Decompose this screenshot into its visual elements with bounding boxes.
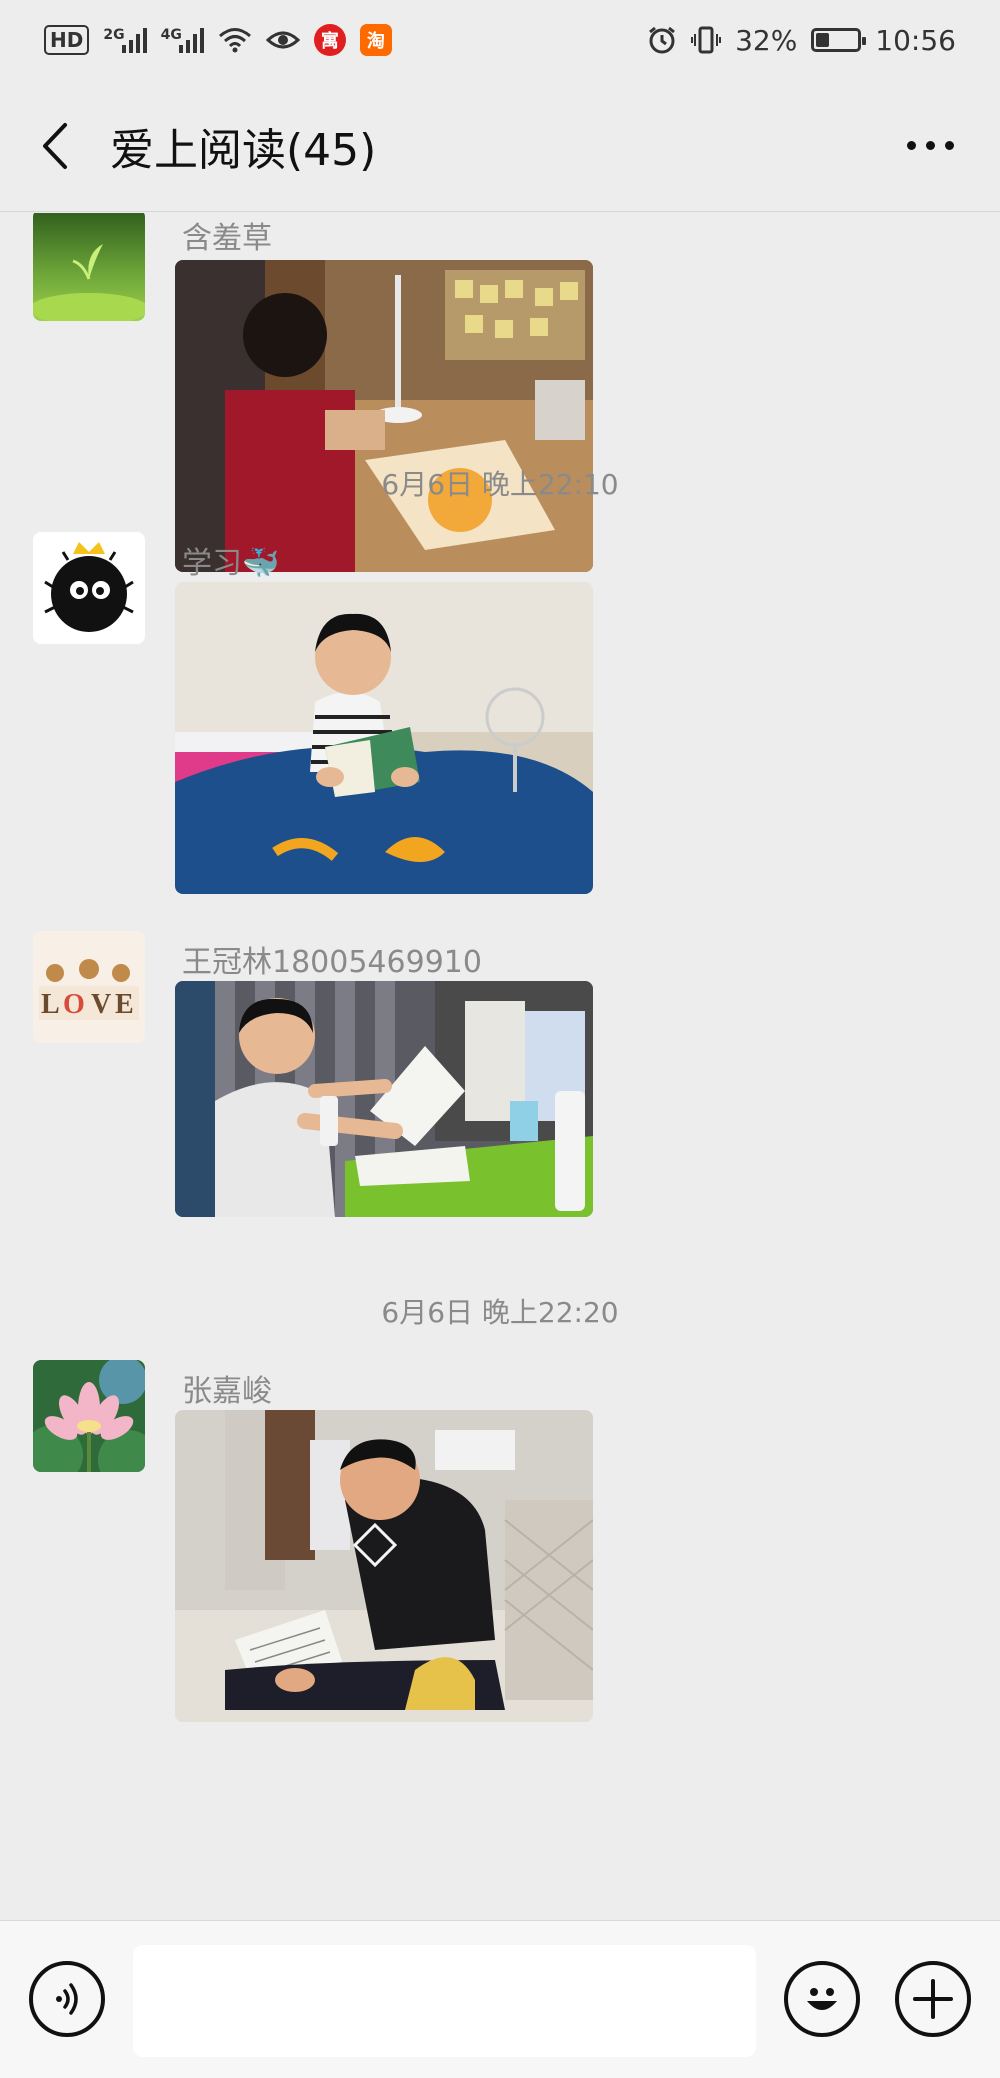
svg-text:L: L: [41, 989, 60, 1020]
chat-title: 爱上阅读(45): [110, 124, 377, 176]
chat-image[interactable]: [175, 981, 593, 1217]
nav-bar: 爱上阅读(45): [0, 80, 1000, 212]
chat-image[interactable]: [175, 260, 593, 572]
voice-button[interactable]: [29, 1961, 105, 2037]
sender-name: 学习🐳: [182, 546, 280, 581]
clock: 10:56: [875, 23, 956, 57]
battery-fill: [816, 33, 830, 47]
battery-icon: [811, 28, 867, 52]
chevron-left-icon: [43, 122, 67, 169]
hd-icon: HD: [44, 25, 90, 55]
network-type-label-2: 4G: [160, 27, 182, 43]
svg-text:O: O: [63, 989, 85, 1020]
sender-name: 含羞草: [182, 221, 272, 256]
chat-image[interactable]: [175, 1410, 593, 1722]
more-button[interactable]: [890, 80, 970, 211]
svg-text:E: E: [115, 989, 134, 1020]
message-input[interactable]: [133, 1945, 756, 2057]
eye-icon: [265, 31, 300, 49]
timestamp: 6月6日 晚上22:10: [381, 468, 619, 501]
input-bar: [0, 1920, 1000, 2078]
status-left: HD 2G 4G 寓 淘: [44, 24, 392, 56]
sender-name: 张嘉峻: [182, 1374, 272, 1409]
avatar[interactable]: [33, 532, 145, 644]
wifi-icon: [218, 28, 251, 53]
emoji-icon: [807, 1988, 837, 2010]
battery-percent: 32%: [735, 23, 798, 57]
avatar[interactable]: [33, 1360, 145, 1472]
status-bar: HD 2G 4G 寓 淘 32% 10:56: [0, 0, 1000, 80]
avatar[interactable]: LOVE: [33, 931, 145, 1043]
avatar[interactable]: [33, 213, 145, 321]
chat-image[interactable]: [175, 582, 593, 894]
signal-icon: 2G: [103, 27, 147, 53]
taobao-icon: 淘: [359, 24, 392, 56]
chat-message-list[interactable]: 含羞草 6月6日 晚上22:10 学习🐳 LOVE 王冠林18005469910…: [0, 213, 1000, 1918]
app-notification-icon: 寓: [313, 24, 346, 56]
more-functions-button[interactable]: [895, 1961, 971, 2037]
emoji-button[interactable]: [784, 1961, 860, 2037]
voice-icon: [56, 1983, 78, 2015]
ellipsis-icon: [906, 141, 916, 150]
svg-text:V: V: [91, 989, 111, 1020]
vibrate-icon: [691, 26, 722, 54]
status-right: 32% 10:56: [647, 24, 956, 57]
signal-icon-2: 4G: [161, 27, 204, 53]
timestamp: 6月6日 晚上22:20: [381, 1296, 619, 1329]
alarm-icon: [649, 26, 675, 54]
network-type-label: 2G: [103, 27, 125, 43]
plus-icon: [913, 1979, 953, 2019]
back-button[interactable]: [0, 80, 110, 211]
sender-name: 王冠林18005469910: [182, 945, 482, 980]
